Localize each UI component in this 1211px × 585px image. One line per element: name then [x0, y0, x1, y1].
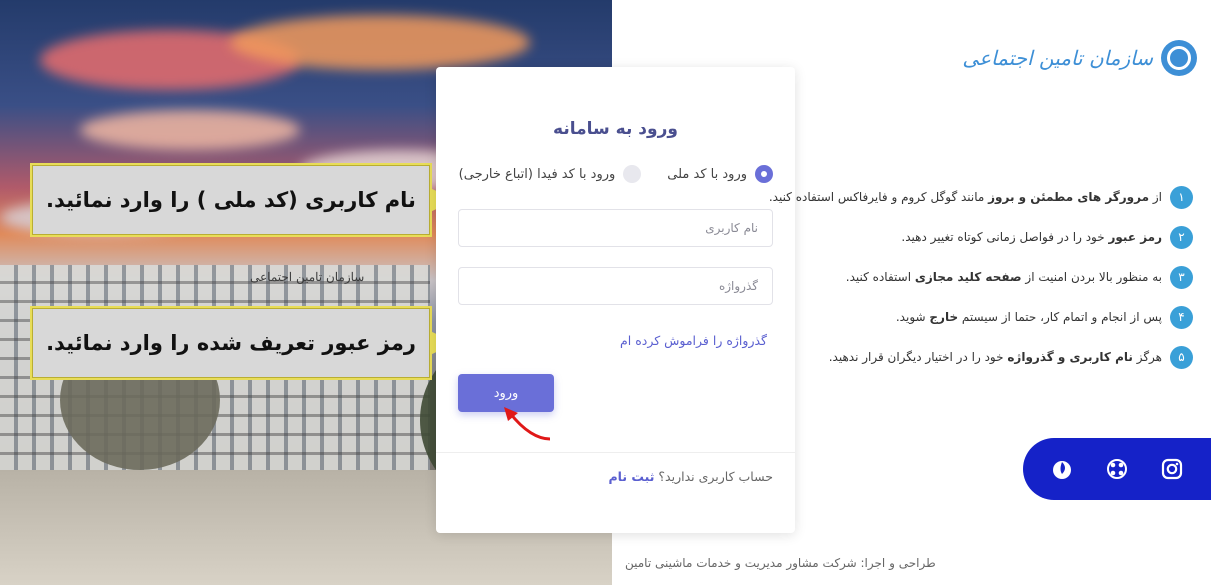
- building-sign: سازمان تامین اجتماعی: [250, 270, 365, 284]
- list-item: ۲ رمز عبور خود را در فواصل زمانی کوتاه ت…: [769, 217, 1193, 257]
- soroush-icon[interactable]: [1051, 458, 1073, 480]
- tip-number-badge: ۱: [1170, 185, 1193, 209]
- password-callout: رمز عبور تعریف شده را وارد نمائید.: [30, 306, 456, 380]
- footer-credit: طراحی و اجرا: شرکت مشاور مدیریت و خدمات …: [625, 556, 936, 570]
- aparat-icon[interactable]: [1106, 458, 1128, 480]
- logo-text: سازمان تامین اجتماعی: [962, 46, 1153, 70]
- username-input[interactable]: [458, 209, 773, 247]
- signup-question: حساب کاربری ندارید؟: [658, 469, 773, 484]
- tip-text: از مرورگر های مطمئن و بروز مانند گوگل کر…: [768, 190, 1162, 204]
- login-method-group: ورود با کد ملی ورود با کد فیدا (اتباع خا…: [459, 165, 773, 183]
- radio-fida-label: ورود با کد فیدا (اتباع خارجی): [458, 166, 616, 182]
- login-card: ورود به سامانه ورود با کد ملی ورود با کد…: [436, 67, 795, 533]
- list-item: ۴ پس از انجام و اتمام کار، حتما از سیستم…: [769, 297, 1193, 337]
- tip-text: به منظور بالا بردن امنیت از صفحه کلید مج…: [845, 270, 1162, 284]
- list-item: ۳ به منظور بالا بردن امنیت از صفحه کلید …: [769, 257, 1193, 297]
- radio-fida-code[interactable]: ورود با کد فیدا (اتباع خارجی): [459, 165, 642, 183]
- social-bar: [1023, 438, 1211, 500]
- tip-number-badge: ۲: [1170, 225, 1193, 249]
- logo-emblem-icon: [1161, 40, 1197, 76]
- radio-unselected-icon: [623, 165, 642, 183]
- instagram-icon[interactable]: [1161, 458, 1183, 480]
- radio-national-code[interactable]: ورود با کد ملی: [667, 165, 773, 183]
- login-title: ورود به سامانه: [553, 119, 678, 139]
- tip-text: پس از انجام و اتمام کار، حتما از سیستم خ…: [895, 310, 1162, 324]
- forgot-password-link[interactable]: گذرواژه را فراموش کرده ام: [620, 333, 767, 348]
- brand-logo: سازمان تامین اجتماعی: [962, 40, 1197, 76]
- tip-text: هرگز نام کاربری و گذرواژه خود را در اختی…: [828, 350, 1162, 364]
- username-callout-text: نام کاربری (کد ملی ) را وارد نمائید.: [46, 188, 416, 212]
- password-input[interactable]: [458, 267, 773, 305]
- tip-text: رمز عبور خود را در فواصل زمانی کوتاه تغی…: [901, 230, 1162, 244]
- list-item: ۱ از مرورگر های مطمئن و بروز مانند گوگل …: [769, 177, 1193, 217]
- list-item: ۵ هرگز نام کاربری و گذرواژه خود را در اخ…: [769, 337, 1193, 377]
- card-divider: [436, 452, 795, 453]
- tip-number-badge: ۴: [1170, 305, 1193, 329]
- tip-number-badge: ۵: [1170, 345, 1193, 369]
- signup-row: حساب کاربری ندارید؟ ثبت نام: [608, 469, 773, 484]
- password-callout-text: رمز عبور تعریف شده را وارد نمائید.: [46, 331, 416, 355]
- security-tips: ۱ از مرورگر های مطمئن و بروز مانند گوگل …: [769, 177, 1193, 377]
- signup-link[interactable]: ثبت نام: [608, 469, 654, 484]
- red-arrow-icon: [504, 407, 551, 441]
- tip-number-badge: ۳: [1170, 265, 1193, 289]
- info-panel: سازمان تامین اجتماعی ۱ از مرورگر های مطم…: [769, 0, 1211, 585]
- radio-national-label: ورود با کد ملی: [667, 166, 747, 182]
- username-callout: نام کاربری (کد ملی ) را وارد نمائید.: [30, 163, 456, 237]
